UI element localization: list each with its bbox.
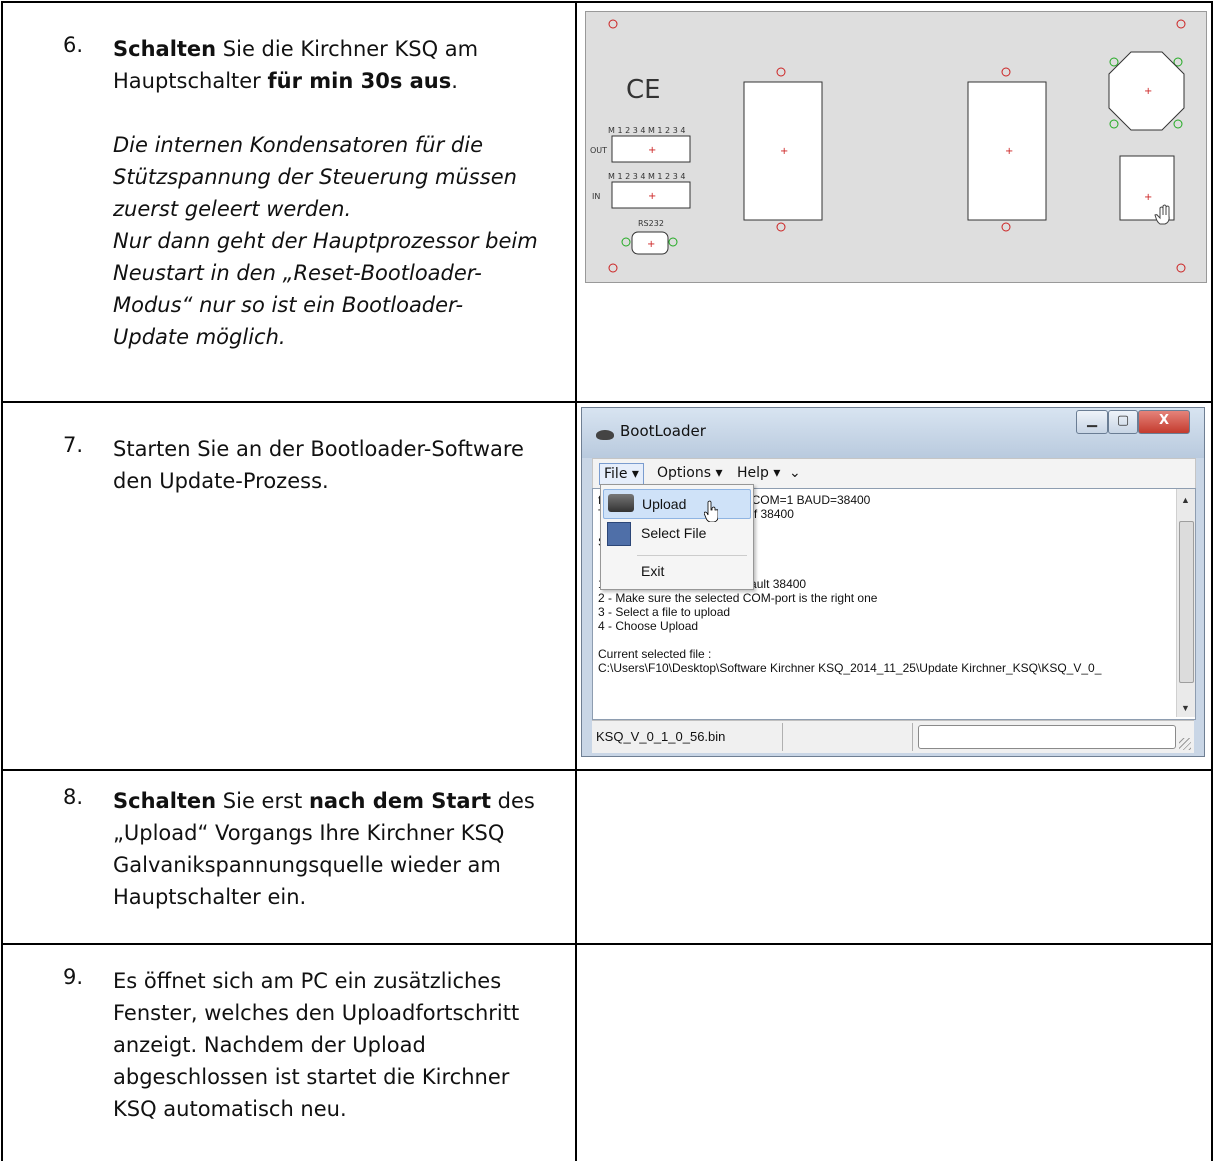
svg-text:+: + <box>1144 86 1152 97</box>
menu-file[interactable]: File ▾ <box>599 463 644 485</box>
bold-text: nach dem Start <box>308 789 491 813</box>
text: Hauptschalter <box>113 69 268 93</box>
minimize-button[interactable]: ▁ <box>1076 410 1108 434</box>
status-divider <box>782 723 783 751</box>
resize-grip-icon[interactable] <box>1179 738 1191 750</box>
menu-item-exit[interactable]: Exit <box>603 557 749 585</box>
step-row-7: 7. Starten Sie an der Bootloader-Softwar… <box>3 403 1213 771</box>
step-text: Schalten Sie die Kirchner KSQ am Hauptsc… <box>113 33 563 353</box>
upload-icon <box>608 494 634 512</box>
italic-note-line: Neustart in den „Reset-Bootloader- <box>113 261 482 285</box>
out-label: OUT <box>590 146 607 155</box>
step-number: 8. <box>63 785 84 809</box>
step-text: Starten Sie an der Bootloader-Software d… <box>113 433 563 497</box>
panel-drawing: CE M 1 2 3 4 M 1 2 3 4 OUT M 1 2 3 4 M 1… <box>590 19 1186 273</box>
empty-cell <box>577 945 1213 1161</box>
text-line: Starten Sie an der Bootloader-Software <box>113 437 524 461</box>
status-file-name: KSQ_V_0_1_0_56.bin <box>596 729 726 744</box>
instruction-table: 6. Schalten Sie die Kirchner KSQ am Haup… <box>1 1 1213 1161</box>
maximize-button[interactable]: ▢ <box>1108 410 1138 434</box>
step-number: 9. <box>63 965 84 989</box>
text-line: Galvanikspannungsquelle wieder am <box>113 853 501 877</box>
title-bar: BootLoader ▁ ▢ X <box>582 408 1204 458</box>
menu-options[interactable]: Options ▾ <box>653 463 727 483</box>
panel-image-cell: CE M 1 2 3 4 M 1 2 3 4 OUT M 1 2 3 4 M 1… <box>577 3 1213 401</box>
svg-text:+: + <box>648 145 656 156</box>
rs232-label: RS232 <box>638 219 664 228</box>
step-text-cell: 7. Starten Sie an der Bootloader-Softwar… <box>3 403 577 769</box>
log-line: 4 - Choose Upload <box>598 619 699 633</box>
text: des <box>491 789 535 813</box>
svg-text:+: + <box>1005 146 1013 157</box>
italic-note-line: Die internen Kondensatoren für die <box>113 133 484 157</box>
mouse-pointer-icon <box>704 500 718 522</box>
panel-row-label: M 1 2 3 4 M 1 2 3 4 <box>608 172 685 181</box>
italic-note-line: Update möglich. <box>113 325 286 349</box>
menu-separator <box>637 555 747 556</box>
scroll-down-icon[interactable]: ▼ <box>1181 701 1190 715</box>
menu-item-select-file[interactable]: Select File <box>603 519 749 547</box>
step-row-9: 9. Es öffnet sich am PC ein zusätzliches… <box>3 945 1213 1161</box>
log-line: C:\Users\F10\Desktop\Software Kirchner K… <box>598 661 1102 675</box>
menu-overflow[interactable]: ⌄ <box>785 463 805 483</box>
text-line: abgeschlossen ist startet die Kirchner <box>113 1065 510 1089</box>
text-line: Hauptschalter ein. <box>113 885 307 909</box>
step-number: 7. <box>63 433 84 457</box>
app-icon <box>596 430 614 440</box>
italic-note-line: Nur dann geht der Hauptprozessor beim <box>113 229 538 253</box>
status-divider <box>912 723 913 751</box>
empty-cell <box>577 771 1213 943</box>
text-line: „Upload“ Vorgangs Ihre Kirchner KSQ <box>113 821 505 845</box>
vertical-scrollbar[interactable]: ▲ ▼ <box>1176 489 1195 717</box>
window-title: BootLoader <box>620 422 706 440</box>
menu-item-upload[interactable]: Upload <box>603 489 751 519</box>
bold-text: Schalten <box>113 37 217 61</box>
progress-bar <box>918 725 1176 749</box>
panel-row-label: M 1 2 3 4 M 1 2 3 4 <box>608 126 685 135</box>
text-line: Fenster, welches den Uploadfortschritt <box>113 1001 520 1025</box>
step-row-6: 6. Schalten Sie die Kirchner KSQ am Haup… <box>3 3 1213 403</box>
ce-mark: CE <box>626 75 661 105</box>
bold-text: für min 30s aus <box>267 69 452 93</box>
menu-item-label: Upload <box>642 496 687 512</box>
floppy-disk-icon <box>607 522 631 546</box>
log-line: Current selected file : <box>598 647 712 661</box>
bootloader-window: BootLoader ▁ ▢ X File ▾ Options ▾ Help ▾… <box>581 407 1205 757</box>
text-line: Es öffnet sich am PC ein zusätzliches <box>113 969 502 993</box>
log-line: 2 - Make sure the selected COM-port is t… <box>598 591 878 605</box>
step-row-8: 8. Schalten Sie erst nach dem Start des … <box>3 771 1213 945</box>
status-bar: KSQ_V_0_1_0_56.bin <box>592 720 1194 753</box>
menu-item-label: Select File <box>641 525 707 541</box>
screenshot-cell: BootLoader ▁ ▢ X File ▾ Options ▾ Help ▾… <box>577 403 1213 769</box>
text: . <box>451 69 458 93</box>
step-number: 6. <box>63 33 84 57</box>
text-line: anzeigt. Nachdem der Upload <box>113 1033 426 1057</box>
in-label: IN <box>592 192 600 201</box>
scroll-thumb[interactable] <box>1179 521 1194 683</box>
italic-note-line: Modus“ nur so ist ein Bootloader- <box>113 293 464 317</box>
svg-text:+: + <box>647 239 655 250</box>
step-text-cell: 8. Schalten Sie erst nach dem Start des … <box>3 771 577 943</box>
close-button[interactable]: X <box>1138 410 1190 434</box>
menu-item-label: Exit <box>641 563 665 579</box>
svg-text:+: + <box>1144 192 1152 203</box>
step-text: Es öffnet sich am PC ein zusätzliches Fe… <box>113 965 563 1125</box>
menu-help[interactable]: Help ▾ <box>733 463 784 483</box>
step-text: Schalten Sie erst nach dem Start des „Up… <box>113 785 563 913</box>
text: Sie erst <box>216 789 309 813</box>
scroll-up-icon[interactable]: ▲ <box>1181 493 1190 507</box>
device-front-panel-image: CE M 1 2 3 4 M 1 2 3 4 OUT M 1 2 3 4 M 1… <box>585 11 1207 283</box>
file-menu-dropdown: Upload Select File Exit <box>600 484 754 590</box>
log-line: 3 - Select a file to upload <box>598 605 731 619</box>
bold-text: Schalten <box>113 789 217 813</box>
italic-note-line: Stützspannung der Steuerung müssen <box>113 165 517 189</box>
text-line: den Update-Prozess. <box>113 469 329 493</box>
svg-text:+: + <box>648 191 656 202</box>
text-line: KSQ automatisch neu. <box>113 1097 347 1121</box>
text: Sie die Kirchner KSQ am <box>216 37 479 61</box>
step-text-cell: 6. Schalten Sie die Kirchner KSQ am Haup… <box>3 3 577 401</box>
svg-text:+: + <box>780 146 788 157</box>
italic-note-line: zuerst geleert werden. <box>113 197 352 221</box>
step-text-cell: 9. Es öffnet sich am PC ein zusätzliches… <box>3 945 577 1161</box>
